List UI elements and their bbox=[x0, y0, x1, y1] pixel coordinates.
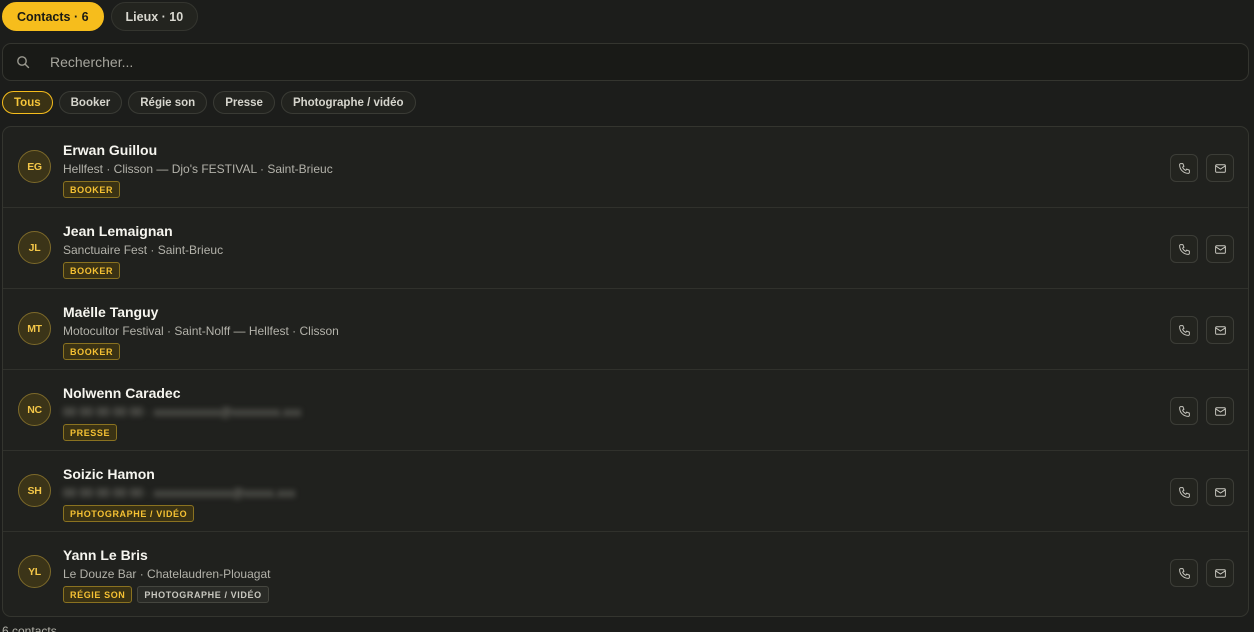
tab-bar: Contacts · 6 Lieux · 10 bbox=[2, 2, 199, 31]
tag-list: BOOKER bbox=[63, 343, 121, 360]
avatar: SH bbox=[18, 474, 51, 507]
list-item[interactable]: NC Nolwenn Caradec 00 00 00 00 00 · xxxx… bbox=[3, 370, 1248, 451]
avatar: EG bbox=[18, 150, 51, 183]
mail-icon bbox=[1214, 325, 1226, 335]
role-badge: BOOKER bbox=[63, 343, 121, 360]
phone-icon bbox=[1178, 243, 1190, 255]
mail-icon bbox=[1214, 244, 1226, 254]
phone-icon bbox=[1178, 324, 1190, 336]
role-badge: BOOKER bbox=[63, 181, 121, 198]
list-item[interactable]: EG Erwan Guillou Hellfest · Clisson — Dj… bbox=[3, 127, 1248, 208]
call-button[interactable] bbox=[1170, 154, 1198, 182]
mail-icon bbox=[1214, 568, 1226, 578]
phone-icon bbox=[1178, 405, 1190, 417]
role-badge: BOOKER bbox=[63, 262, 121, 279]
contact-name: Yann Le Bris bbox=[63, 547, 148, 563]
avatar: JL bbox=[18, 231, 51, 264]
contact-actions bbox=[1170, 235, 1234, 263]
role-badge: PHOTOGRAPHE / VIDÉO bbox=[63, 505, 195, 522]
mail-icon bbox=[1214, 163, 1226, 173]
role-badge: PRESSE bbox=[63, 424, 118, 441]
contact-name: Maëlle Tanguy bbox=[63, 304, 159, 320]
search-bar bbox=[2, 43, 1249, 81]
tag-list: PHOTOGRAPHE / VIDÉO bbox=[63, 505, 195, 522]
phone-icon bbox=[1178, 486, 1190, 498]
contact-details: Le Douze Bar · Chatelaudren-Plouagat bbox=[63, 567, 271, 581]
list-item[interactable]: YL Yann Le Bris Le Douze Bar · Chatelaud… bbox=[3, 532, 1248, 613]
search-icon bbox=[16, 55, 30, 69]
contact-name: Jean Lemaignan bbox=[63, 223, 173, 239]
contact-details: Motocultor Festival · Saint-Nolff — Hell… bbox=[63, 324, 339, 338]
contact-name: Erwan Guillou bbox=[63, 142, 158, 158]
contact-actions bbox=[1170, 316, 1234, 344]
phone-icon bbox=[1178, 162, 1190, 174]
role-badge: RÉGIE SON bbox=[63, 586, 133, 603]
tag-list: BOOKER bbox=[63, 262, 121, 279]
call-button[interactable] bbox=[1170, 559, 1198, 587]
email-button[interactable] bbox=[1206, 235, 1234, 263]
call-button[interactable] bbox=[1170, 397, 1198, 425]
list-item[interactable]: MT Maëlle Tanguy Motocultor Festival · S… bbox=[3, 289, 1248, 370]
contact-actions bbox=[1170, 559, 1234, 587]
filter-chips: Tous Booker Régie son Presse Photographe… bbox=[2, 91, 416, 114]
avatar: YL bbox=[18, 555, 51, 588]
filter-presse[interactable]: Presse bbox=[213, 91, 275, 114]
call-button[interactable] bbox=[1170, 316, 1198, 344]
list-item[interactable]: JL Jean Lemaignan Sanctuaire Fest · Sain… bbox=[3, 208, 1248, 289]
role-badge: PHOTOGRAPHE / VIDÉO bbox=[137, 586, 269, 603]
avatar: NC bbox=[18, 393, 51, 426]
contact-details: Sanctuaire Fest · Saint-Brieuc bbox=[63, 243, 224, 257]
contact-actions bbox=[1170, 397, 1234, 425]
tag-list: PRESSE bbox=[63, 424, 118, 441]
contact-details-redacted: 00 00 00 00 00 · xxxxxxxxxxx@xxxxxxxx.xx… bbox=[63, 405, 302, 419]
contact-count: 6 contacts bbox=[2, 624, 57, 632]
email-button[interactable] bbox=[1206, 559, 1234, 587]
contact-actions bbox=[1170, 154, 1234, 182]
avatar: MT bbox=[18, 312, 51, 345]
email-button[interactable] bbox=[1206, 316, 1234, 344]
contact-list: EG Erwan Guillou Hellfest · Clisson — Dj… bbox=[2, 126, 1249, 617]
contact-details-redacted: 00 00 00 00 00 · xxxxxxxxxxxxx@xxxxx.xxx bbox=[63, 486, 296, 500]
email-button[interactable] bbox=[1206, 397, 1234, 425]
tag-list: BOOKER bbox=[63, 181, 121, 198]
list-item[interactable]: SH Soizic Hamon 00 00 00 00 00 · xxxxxxx… bbox=[3, 451, 1248, 532]
tag-list: RÉGIE SON PHOTOGRAPHE / VIDÉO bbox=[63, 586, 269, 603]
contact-details: Hellfest · Clisson — Djo's FESTIVAL · Sa… bbox=[63, 162, 333, 176]
mail-icon bbox=[1214, 487, 1226, 497]
tab-contacts[interactable]: Contacts · 6 bbox=[2, 2, 104, 31]
contact-actions bbox=[1170, 478, 1234, 506]
filter-photographe-video[interactable]: Photographe / vidéo bbox=[280, 91, 416, 114]
call-button[interactable] bbox=[1170, 235, 1198, 263]
call-button[interactable] bbox=[1170, 478, 1198, 506]
filter-booker[interactable]: Booker bbox=[58, 91, 123, 114]
email-button[interactable] bbox=[1206, 154, 1234, 182]
contact-name: Soizic Hamon bbox=[63, 466, 155, 482]
filter-regie-son[interactable]: Régie son bbox=[128, 91, 208, 114]
contact-name: Nolwenn Caradec bbox=[63, 385, 181, 401]
tab-lieux[interactable]: Lieux · 10 bbox=[110, 2, 199, 31]
email-button[interactable] bbox=[1206, 478, 1234, 506]
search-input[interactable] bbox=[50, 54, 1248, 70]
phone-icon bbox=[1178, 567, 1190, 579]
filter-tous[interactable]: Tous bbox=[2, 91, 53, 114]
mail-icon bbox=[1214, 406, 1226, 416]
